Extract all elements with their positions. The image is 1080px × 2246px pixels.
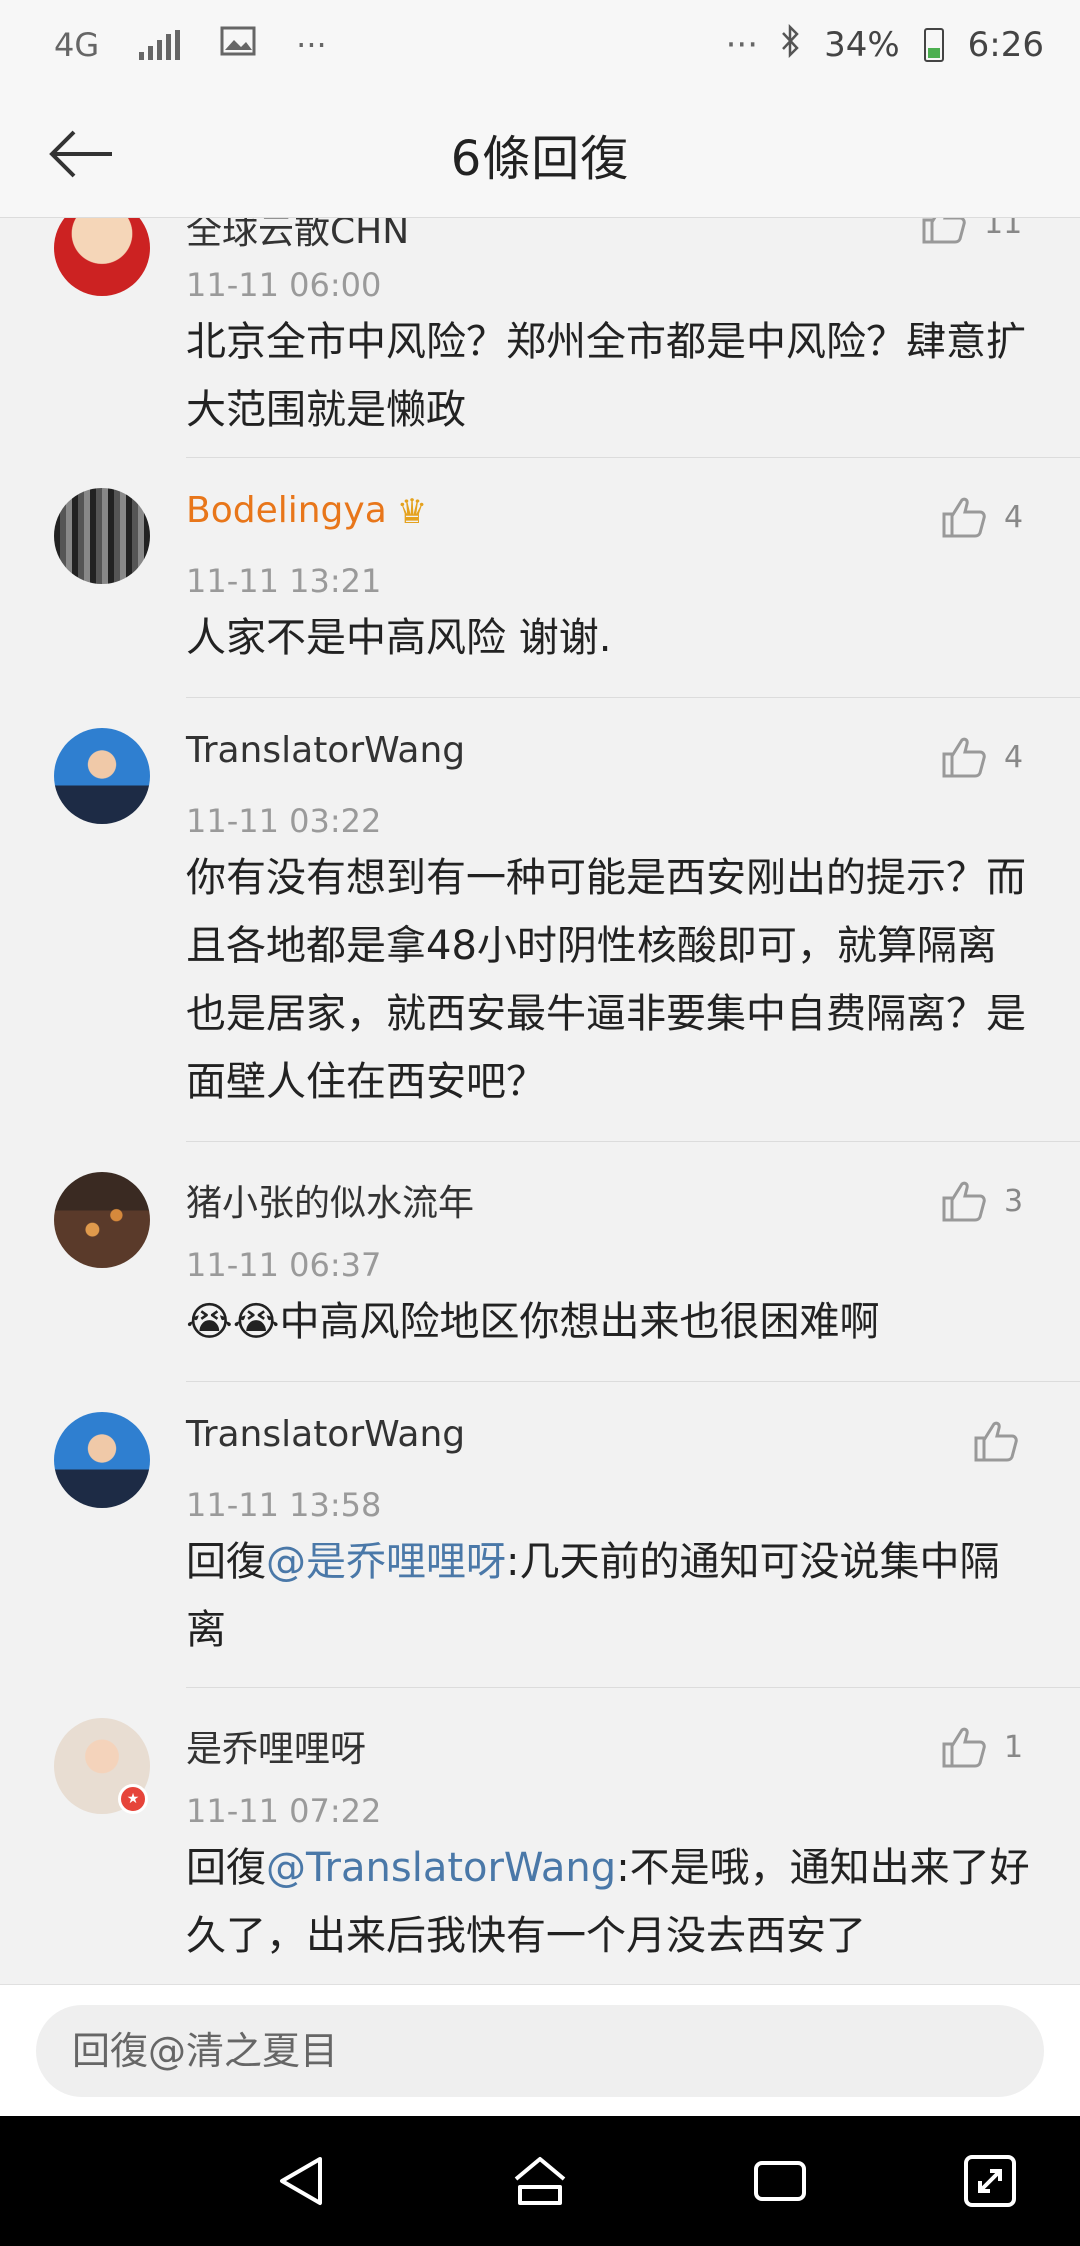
like-button[interactable]: 11 <box>920 218 1022 248</box>
thumb-up-icon <box>974 1421 1018 1462</box>
comment-list[interactable]: 全球云散CHN 11 11-11 06:00 北京全市中风险？郑州全市都是中风险… <box>0 218 1080 1984</box>
comment-item: Bodelingya ♛ 4 11-11 13:21 人家不是中高风险 谢谢. <box>0 458 1080 698</box>
status-bar-left: 4G ··· <box>54 26 327 64</box>
status-bar: 4G ··· ··· 34% 6:26 <box>0 0 1080 90</box>
comment-time: 11-11 07:22 <box>186 1792 382 1830</box>
notification-more-label: ··· <box>296 26 327 64</box>
comment-item: TranslatorWang 11-11 13:58 回復@是乔哩哩呀:几天前的… <box>0 1382 1080 1688</box>
comment-username[interactable]: Bodelingya ♛ <box>186 490 427 532</box>
avatar[interactable] <box>54 218 150 296</box>
avatar[interactable] <box>54 1172 150 1268</box>
nav-home-button[interactable] <box>510 2151 570 2211</box>
like-button[interactable]: 1 <box>940 1722 1023 1772</box>
nav-screenshot-icon <box>964 2155 1016 2207</box>
like-count: 1 <box>1004 1729 1024 1765</box>
status-more-label: ··· <box>725 25 759 65</box>
like-count: 11 <box>984 218 1023 241</box>
comment-username[interactable]: TranslatorWang <box>186 1414 465 1455</box>
nav-recents-icon <box>754 2161 806 2201</box>
comment-item: TranslatorWang 4 11-11 03:22 你有没有想到有一种可能… <box>0 698 1080 1142</box>
comment-time: 11-11 06:37 <box>186 1246 382 1284</box>
nav-home-icon <box>514 2157 566 2205</box>
avatar[interactable] <box>54 728 150 824</box>
reply-input[interactable] <box>36 2005 1044 2097</box>
comment-username-text: Bodelingya <box>186 490 387 531</box>
mention-link[interactable]: @是乔哩哩呀 <box>266 1539 506 1585</box>
comment-text: 😭😭中高风险地区你想出来也很困难啊 <box>186 1299 880 1345</box>
comment-username[interactable]: TranslatorWang <box>186 730 465 771</box>
comment-text: 你有没有想到有一种可能是西安刚出的提示？而且各地都是拿48小时阴性核酸即可，就算… <box>186 855 1026 1105</box>
avatar[interactable] <box>54 488 150 584</box>
page-title: 6條回復 <box>450 130 630 187</box>
status-bar-right: ··· 34% 6:26 <box>725 23 1044 67</box>
like-button[interactable]: 3 <box>940 1176 1023 1226</box>
reply-prefix: 回復 <box>186 1845 266 1891</box>
battery-icon <box>923 28 944 62</box>
comment-username[interactable]: 是乔哩哩呀 <box>186 1720 366 1772</box>
network-type-label: 4G <box>54 26 100 64</box>
reply-bar <box>0 1984 1080 2116</box>
comment-text: 人家不是中高风险 谢谢. <box>186 615 612 661</box>
reply-prefix: 回復 <box>186 1539 266 1585</box>
comment-time: 11-11 13:58 <box>186 1486 382 1524</box>
system-nav-bar <box>0 2116 1080 2246</box>
like-button[interactable]: 4 <box>940 732 1023 782</box>
verified-badge-icon: ★ <box>118 1784 148 1814</box>
back-button[interactable] <box>40 118 120 190</box>
comment-text: 回復@是乔哩哩呀:几天前的通知可没说集中隔离 <box>186 1528 1036 1664</box>
nav-screenshot-button[interactable] <box>960 2151 1020 2211</box>
comment-time: 11-11 06:00 <box>186 266 382 304</box>
comment-time: 11-11 13:21 <box>186 562 382 600</box>
like-count: 4 <box>1004 739 1024 775</box>
comment-item: 全球云散CHN 11 11-11 06:00 北京全市中风险？郑州全市都是中风险… <box>0 218 1080 458</box>
nav-back-icon <box>280 2157 322 2205</box>
comment-time: 11-11 03:22 <box>186 802 382 840</box>
nav-back-button[interactable] <box>272 2151 332 2211</box>
thumb-up-icon <box>942 1727 986 1768</box>
mention-link[interactable]: @TranslatorWang <box>266 1845 616 1891</box>
like-count: 3 <box>1004 1183 1024 1219</box>
back-arrow-icon <box>49 130 112 178</box>
thumb-up-icon <box>942 737 986 778</box>
crown-icon: ♛ <box>396 492 428 532</box>
like-button[interactable] <box>972 1416 1018 1466</box>
thumb-up-icon <box>922 218 966 244</box>
like-count: 4 <box>1004 499 1024 535</box>
bluetooth-icon <box>780 23 802 67</box>
signal-icon <box>139 30 181 60</box>
top-app-bar: 6條回復 <box>0 90 1080 218</box>
comment-username[interactable]: 猪小张的似水流年 <box>186 1174 474 1226</box>
comment-text: 北京全市中风险？郑州全市都是中风险？肆意扩大范围就是懒政 <box>186 319 1026 433</box>
image-icon <box>220 26 256 64</box>
comment-item: 猪小张的似水流年 3 11-11 06:37 😭😭中高风险地区你想出来也很困难啊 <box>0 1142 1080 1382</box>
thumb-up-icon <box>942 497 986 538</box>
clock: 6:26 <box>967 25 1044 65</box>
avatar[interactable] <box>54 1412 150 1508</box>
comment-item: ★ 是乔哩哩呀 1 11-11 07:22 回復@TranslatorWang:… <box>0 1688 1080 1984</box>
thumb-up-icon <box>942 1181 986 1222</box>
nav-recents-button[interactable] <box>750 2151 810 2211</box>
comment-text: 回復@TranslatorWang:不是哦，通知出来了好久了，出来后我快有一个月… <box>186 1834 1036 1970</box>
battery-percent: 34% <box>824 25 900 65</box>
like-button[interactable]: 4 <box>940 492 1023 542</box>
comment-username[interactable]: 全球云散CHN <box>186 218 409 254</box>
